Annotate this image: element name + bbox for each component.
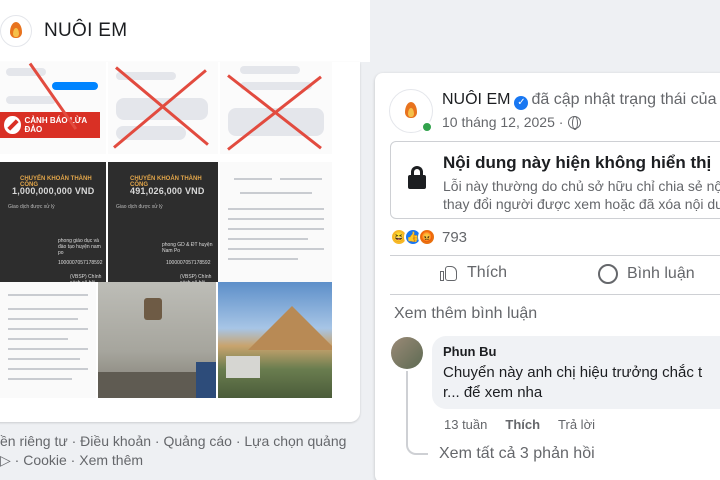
campfire-logo-icon[interactable] [0, 15, 32, 47]
transfer-receipt-2[interactable]: CHUYỂN KHOẢN THÀNH CÔNG 491,026,000 VND … [108, 162, 218, 282]
content-unavailable-box: Nội dung này hiện không hiển thị Lỗi này… [390, 141, 720, 219]
post-card: NUÔI EM ✓ đã cập nhật trạng thái của 10 th… [375, 73, 720, 480]
photo-grid: CẢNH BÁO LỪA ĐẢO CHUYỂN KHOẢN THÀNH CÔNG… [0, 62, 340, 402]
globe-icon [568, 116, 582, 130]
wall-photo[interactable] [98, 282, 216, 398]
comment-button[interactable]: Bình luận [598, 264, 695, 284]
commenter-avatar[interactable] [391, 337, 423, 369]
page-header: NUÔI EM [0, 0, 370, 62]
no-entry-icon [4, 116, 21, 134]
like-button[interactable]: Thích [440, 264, 507, 282]
official-document-1[interactable] [220, 162, 332, 282]
post-author: NUÔI EM ✓ đã cập nhật trạng thái của [442, 91, 716, 110]
reaction-count: 793 [442, 228, 468, 246]
footer-links: ền riêng tư · Điều khoản · Quảng cáo · L… [0, 432, 370, 470]
comment-age[interactable]: 13 tuần [444, 417, 487, 432]
commenter-name[interactable]: Phun Bu [443, 344, 496, 359]
comment-meta: 13 tuần Thích Trả lời [444, 417, 595, 432]
page-name[interactable]: NUÔI EM [44, 20, 127, 42]
photo-grid-card: CẢNH BÁO LỪA ĐẢO CHUYỂN KHOẢN THÀNH CÔNG… [0, 62, 360, 422]
warning-banner: CẢNH BÁO LỪA ĐẢO [0, 112, 100, 138]
comment-like-button[interactable]: Thích [505, 417, 540, 432]
warning-label: CẢNH BÁO LỪA ĐẢO [24, 116, 87, 134]
post-status: đã cập nhật trạng thái của [531, 91, 717, 108]
reply-thread-line [406, 371, 428, 455]
mountain-photo[interactable] [218, 282, 332, 398]
transfer-receipt-1[interactable]: CHUYỂN KHOẢN THÀNH CÔNG 1,000,000,000 VN… [0, 162, 106, 282]
comment-bubble: Phun Bu Chuyển này anh chị hiệu trưởng c… [432, 336, 720, 409]
chat-screenshot-2[interactable] [108, 62, 218, 154]
footer-line-1[interactable]: ền riêng tư · Điều khoản · Quảng cáo · L… [0, 432, 370, 451]
unavailable-description: Lỗi này thường do chủ sở hữu chỉ chia sẻ… [443, 178, 720, 212]
post-action-bar: Thích Bình luận [390, 255, 720, 295]
reaction-summary[interactable]: 😆 👍 😡 793 [390, 228, 467, 246]
verified-badge-icon: ✓ [514, 96, 529, 110]
thumbs-up-icon [440, 264, 458, 282]
post-timestamp: 10 tháng 12, 2025 · [442, 114, 582, 130]
facebook-page: NUÔI EM CẢNH BÁO LỪA ĐẢO CHUYỂN KHOẢN TH… [0, 0, 720, 480]
comment-reply-button[interactable]: Trả lời [558, 417, 595, 432]
chat-screenshot-1[interactable]: CẢNH BÁO LỪA ĐẢO [0, 62, 106, 154]
view-all-replies-link[interactable]: Xem tất cả 3 phản hồi [439, 445, 595, 463]
footer-line-2[interactable]: ▷ · Cookie · Xem thêm [0, 451, 370, 470]
chat-screenshot-3[interactable] [220, 62, 332, 154]
online-status-dot [421, 121, 433, 133]
angry-reaction-icon: 😡 [418, 228, 436, 246]
official-document-2[interactable] [0, 282, 96, 398]
author-name[interactable]: NUÔI EM [442, 91, 510, 108]
view-more-comments-link[interactable]: Xem thêm bình luận [394, 305, 537, 323]
timestamp-text[interactable]: 10 tháng 12, 2025 · [442, 114, 563, 130]
lock-icon [408, 166, 426, 189]
comment-text: Chuyển này anh chị hiệu trưởng chắc t r.… [443, 364, 703, 401]
like-label: Thích [467, 264, 508, 281]
comment-label: Bình luận [627, 265, 695, 282]
comment-bubble-icon [598, 264, 618, 284]
unavailable-title: Nội dung này hiện không hiển thị [443, 153, 712, 172]
